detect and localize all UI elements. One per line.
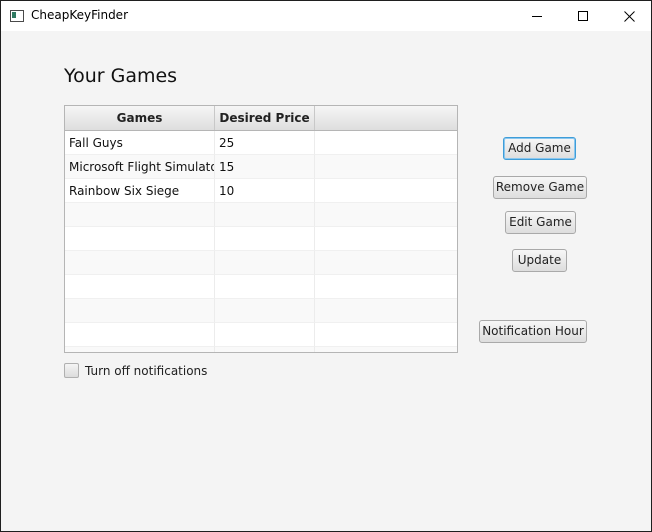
cell-empty (315, 323, 457, 347)
cell-empty (315, 299, 457, 323)
cell-game (65, 323, 215, 347)
cell-price (215, 347, 315, 352)
table-row[interactable] (65, 275, 457, 299)
cell-price: 15 (215, 155, 315, 179)
table-header: Games Desired Price (65, 106, 457, 131)
cell-price (215, 299, 315, 323)
cell-price (215, 251, 315, 275)
cell-empty (315, 179, 457, 203)
table-row[interactable]: Fall Guys 25 (65, 131, 457, 155)
cell-price (215, 203, 315, 227)
edit-game-button[interactable]: Edit Game (505, 211, 576, 234)
cell-price (215, 275, 315, 299)
table-row[interactable] (65, 227, 457, 251)
cell-empty (315, 131, 457, 155)
maximize-icon (577, 10, 588, 21)
table-body: Fall Guys 25 Microsoft Flight Simulator … (65, 131, 457, 352)
table-row[interactable]: Rainbow Six Siege 10 (65, 179, 457, 203)
cell-price: 25 (215, 131, 315, 155)
cell-game (65, 347, 215, 352)
cell-game: Fall Guys (65, 131, 215, 155)
table-row[interactable] (65, 203, 457, 227)
update-button[interactable]: Update (512, 249, 567, 272)
add-game-button[interactable]: Add Game (503, 137, 576, 160)
minimize-icon (531, 15, 542, 17)
app-icon (10, 10, 24, 22)
page-title: Your Games (64, 65, 178, 87)
close-icon (623, 10, 635, 22)
cell-price (215, 323, 315, 347)
turn-off-notifications-label[interactable]: Turn off notifications (85, 363, 207, 379)
window-title: CheapKeyFinder (31, 8, 128, 22)
notification-hour-button[interactable]: Notification Hour (479, 320, 587, 343)
cell-price: 10 (215, 179, 315, 203)
title-bar[interactable]: CheapKeyFinder (1, 1, 651, 31)
cell-game (65, 203, 215, 227)
cell-game (65, 227, 215, 251)
column-header-games[interactable]: Games (65, 106, 215, 130)
cell-game (65, 299, 215, 323)
table-row[interactable] (65, 323, 457, 347)
cell-empty (315, 227, 457, 251)
cell-price (215, 227, 315, 251)
cell-empty (315, 275, 457, 299)
table-row[interactable] (65, 251, 457, 275)
cell-empty (315, 203, 457, 227)
table-row[interactable]: Microsoft Flight Simulator 15 (65, 155, 457, 179)
cell-empty (315, 251, 457, 275)
games-table[interactable]: Games Desired Price Fall Guys 25 Microso… (64, 105, 458, 353)
cell-empty (315, 347, 457, 352)
column-header-desired-price[interactable]: Desired Price (215, 106, 315, 130)
column-header-empty[interactable] (315, 106, 457, 130)
cell-game (65, 275, 215, 299)
app-window: CheapKeyFinder Your Games Games Desired … (0, 0, 652, 532)
close-button[interactable] (606, 1, 652, 31)
cell-game: Microsoft Flight Simulator (65, 155, 215, 179)
table-row[interactable] (65, 347, 457, 352)
remove-game-button[interactable]: Remove Game (493, 176, 587, 199)
minimize-button[interactable] (514, 1, 560, 31)
cell-empty (315, 155, 457, 179)
cell-game (65, 251, 215, 275)
turn-off-notifications-checkbox[interactable] (64, 363, 79, 378)
table-row[interactable] (65, 299, 457, 323)
cell-game: Rainbow Six Siege (65, 179, 215, 203)
maximize-button[interactable] (560, 1, 606, 31)
